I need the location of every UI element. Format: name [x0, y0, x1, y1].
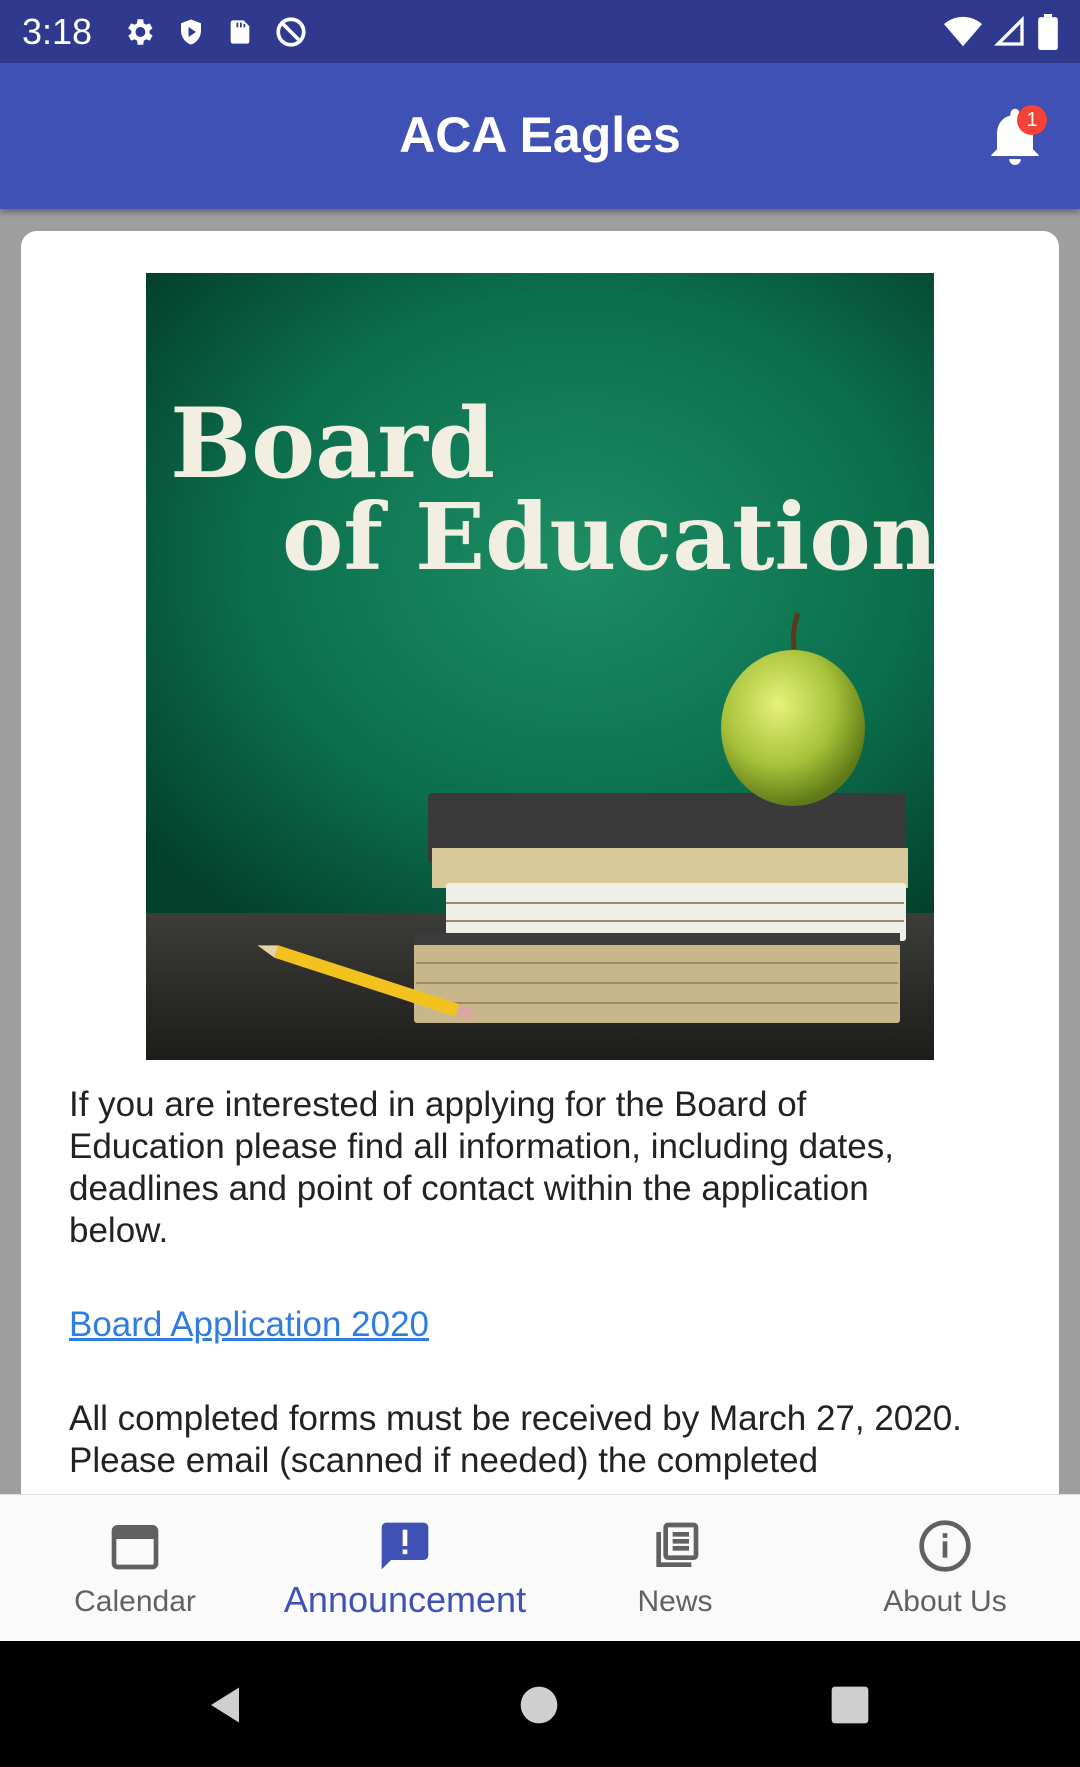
battery-icon [1038, 14, 1058, 50]
recents-icon[interactable] [830, 1685, 870, 1725]
wifi-icon [944, 16, 982, 47]
signal-icon [994, 16, 1024, 46]
home-icon[interactable] [519, 1685, 559, 1725]
back-icon[interactable] [204, 1683, 246, 1727]
board-of-education-image: Board of Education [146, 273, 934, 1060]
nav-about-us[interactable]: About Us [810, 1495, 1080, 1642]
image-title-line2: of Education [282, 483, 934, 591]
announcement-paragraph-1: If you are interested in applying for th… [69, 1085, 894, 1250]
info-icon [919, 1520, 971, 1572]
calendar-icon [111, 1525, 159, 1570]
announcement-body: If you are interested in applying for th… [69, 1084, 969, 1482]
app-title: ACA Eagles [399, 107, 681, 163]
nav-calendar[interactable]: Calendar [0, 1495, 270, 1642]
settings-icon [128, 19, 153, 45]
nav-label-announcement: Announcement [283, 1579, 527, 1620]
nav-label-news: News [637, 1585, 713, 1618]
do-not-disturb-icon [276, 17, 306, 47]
announcement-card: Board of Education If you are interested… [21, 231, 1059, 1531]
app-bar: ACA Eagles [0, 63, 1080, 209]
nav-label-calendar: Calendar [74, 1585, 196, 1618]
board-application-link[interactable]: Board Application 2020 [69, 1304, 429, 1346]
news-icon [656, 1522, 699, 1567]
status-time: 3:18 [22, 11, 93, 52]
sd-card-icon [230, 20, 250, 44]
status-bar: 3:18 [0, 0, 1080, 63]
nav-label-about-us: About Us [883, 1585, 1007, 1618]
announcement-icon [381, 1522, 429, 1570]
announcement-paragraph-2: All completed forms must be received by … [69, 1399, 962, 1480]
notification-badge: 1 [1017, 105, 1047, 135]
bottom-navigation: Calendar Announcement News About Us [0, 1494, 1080, 1642]
system-navigation-bar [0, 1641, 1080, 1767]
nav-announcement[interactable]: Announcement [270, 1495, 540, 1642]
nav-news[interactable]: News [540, 1495, 810, 1642]
shield-play-icon [181, 19, 201, 45]
